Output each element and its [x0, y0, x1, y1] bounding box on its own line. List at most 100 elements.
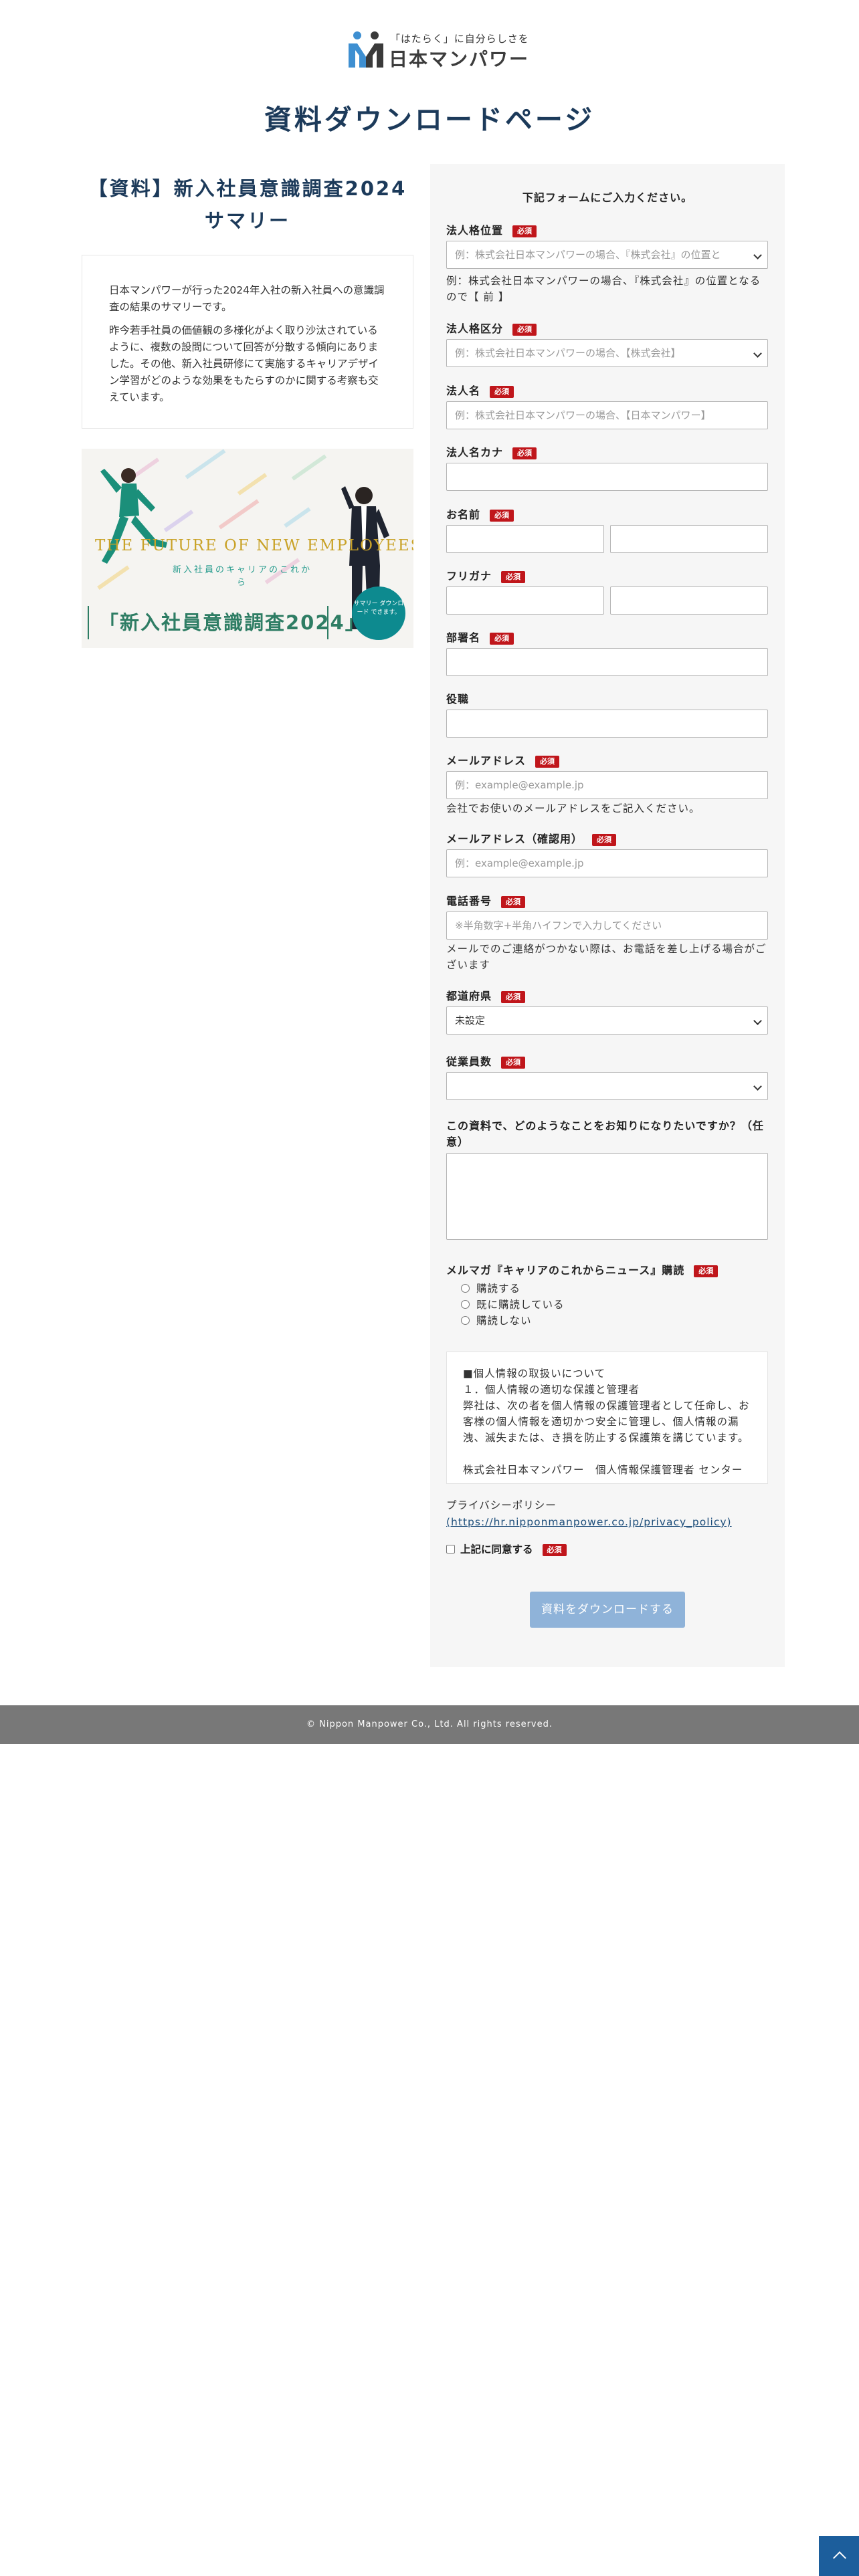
field-department: 部署名 必須: [446, 628, 768, 676]
logo-name: 日本マンパワー: [389, 48, 530, 70]
privacy-item: １．個人情報の適切な保護と管理者: [463, 1384, 640, 1396]
required-badge: 必須: [694, 1265, 719, 1277]
first-name-input[interactable]: [610, 525, 768, 553]
field-label: 部署名: [446, 631, 481, 644]
prefecture-select[interactable]: 未設定: [446, 1006, 768, 1035]
field-phone: 電話番号 必須 ※半角数字+半角ハイフンで入力してください メールでのご連絡がつか…: [446, 891, 768, 973]
required-badge: 必須: [501, 990, 526, 1003]
field-label: 法人格区分: [446, 322, 504, 335]
required-badge: 必須: [592, 833, 617, 846]
required-badge: 必須: [501, 1056, 526, 1069]
privacy-notice-scrollbox[interactable]: ■個人情報の取扱いについて １．個人情報の適切な保護と管理者 弊社は、次の者を個…: [446, 1352, 768, 1484]
site-footer: © Nippon Manpower Co., Ltd. All rights r…: [0, 1705, 859, 1744]
field-legal-type: 法人格区分 必須 例：株式会社日本マンパワーの場合、【株式会社】: [446, 319, 768, 367]
cover-subtitle: 新入社員のキャリアのこれから: [172, 565, 312, 588]
option-label: 購読しない: [476, 1315, 532, 1327]
document-summary: 日本マンパワーが行った2024年入社の新入社員への意識調査の結果のサマリーです。…: [82, 255, 413, 429]
field-company-name: 法人名 必須 例：株式会社日本マンパワーの場合、【日本マンパワー】: [446, 381, 768, 429]
phone-input[interactable]: ※半角数字+半角ハイフンで入力してください: [446, 911, 768, 940]
last-name-input[interactable]: [446, 525, 604, 553]
field-employees: 従業員数 必須: [446, 1052, 768, 1100]
email-note: 会社でお使いのメールアドレスをご記入ください。: [446, 802, 700, 815]
legal-position-select[interactable]: 例：株式会社日本マンパワーの場合、『株式会社』の位置と: [446, 241, 768, 269]
cover-japanese-title: 「新入社員意識調査2024」: [99, 611, 366, 634]
required-badge: 必須: [512, 225, 537, 237]
summary-paragraph: 日本マンパワーが行った2024年入社の新入社員への意識調査の結果のサマリーです。: [109, 284, 385, 313]
option-label: 購読する: [476, 1283, 521, 1295]
cover-download-badge: サマリー ダウンロード できます。: [352, 586, 405, 640]
field-prefecture: 都道府県 必須 未設定: [446, 986, 768, 1035]
field-label: 役職: [446, 693, 470, 706]
radio-button[interactable]: [461, 1316, 470, 1325]
interest-textarea[interactable]: [446, 1153, 768, 1240]
copyright-text: © Nippon Manpower Co., Ltd. All rights r…: [306, 1719, 553, 1729]
document-title-line1: 【資料】新入社員意識調査2024: [88, 177, 407, 200]
field-email: メールアドレス 必須 例：example@example.jp 会社でお使いのメー…: [446, 751, 768, 817]
field-furigana: フリガナ 必須: [446, 566, 768, 615]
field-label: フリガナ: [446, 570, 492, 582]
summary-paragraph: 昨今若手社員の価値観の多様化がよく取り沙汰されているように、複数の設問について回…: [109, 324, 379, 403]
radio-button[interactable]: [461, 1284, 470, 1293]
cover-english-title: THE FUTURE OF NEW EMPLOYEES' CAREERS: [95, 537, 413, 554]
last-name-kana-input[interactable]: [446, 586, 604, 615]
field-label: メールアドレス（確認用）: [446, 833, 583, 845]
page-title: 資料ダウンロードページ: [264, 104, 595, 136]
field-label: 従業員数: [446, 1055, 492, 1068]
position-input[interactable]: [446, 710, 768, 738]
document-cover-image: THE FUTURE OF NEW EMPLOYEES' CAREERS 新入社…: [82, 449, 413, 648]
field-label: 電話番号: [446, 895, 492, 907]
field-label: 法人名カナ: [446, 446, 504, 459]
agree-label: 上記に同意する: [460, 1543, 533, 1555]
required-badge: 必須: [490, 632, 514, 645]
required-badge: 必須: [501, 570, 526, 583]
option-label: 既に購読している: [476, 1299, 565, 1311]
phone-note: メールでのご連絡がつかない際は、お電話を差し上げる場合がございます: [446, 943, 767, 971]
field-label: この資料で、どのようなことをお知りになりたいですか？（任意）: [446, 1119, 764, 1148]
required-badge: 必須: [512, 323, 537, 336]
required-badge: 必須: [512, 447, 537, 459]
first-name-kana-input[interactable]: [610, 586, 768, 615]
field-position: 役職: [446, 689, 768, 738]
field-interest: この資料で、どのようなことをお知りになりたいですか？（任意）: [446, 1118, 768, 1240]
company-kana-input[interactable]: [446, 463, 768, 491]
newsletter-option-none[interactable]: 購読しない: [446, 1313, 768, 1329]
required-badge: 必須: [542, 1543, 567, 1556]
privacy-policy-label: プライバシーポリシー: [446, 1499, 557, 1511]
company-name-input[interactable]: 例：株式会社日本マンパワーの場合、【日本マンパワー】: [446, 401, 768, 429]
agree-checkbox-row[interactable]: 上記に同意する 必須: [446, 1541, 567, 1558]
privacy-policy-link[interactable]: (https://hr.nipponmanpower.co.jp/privacy…: [446, 1514, 768, 1531]
employees-select[interactable]: [446, 1072, 768, 1100]
document-title: 【資料】新入社員意識調査2024 サマリー: [82, 173, 413, 237]
radio-button[interactable]: [461, 1300, 470, 1309]
required-badge: 必須: [490, 385, 514, 398]
company-logo[interactable]: 「はたらく」に自分らしさを 日本マンパワー: [346, 30, 529, 70]
privacy-body: 弊社は、次の者を個人情報の保護管理者として任命し、お客様の個人情報を適切かつ安全…: [463, 1400, 750, 1444]
logo-mark-icon: [349, 31, 383, 68]
field-newsletter: メルマガ『キャリアのこれからニュース』購読 必須 購読する 既に購読している 購読…: [446, 1261, 768, 1329]
field-label: メルマガ『キャリアのこれからニュース』購読: [446, 1264, 685, 1277]
field-label: お名前: [446, 508, 481, 521]
field-legal-position: 法人格位置 必須 例：株式会社日本マンパワーの場合、『株式会社』の位置と 例：株式…: [446, 221, 768, 305]
field-label: メールアドレス: [446, 754, 527, 767]
download-form: 下記フォームにご入力ください。 法人格位置 必須 例：株式会社日本マンパワーの場合…: [430, 164, 785, 1667]
field-company-kana: 法人名カナ 必須: [446, 443, 768, 491]
email-confirm-input[interactable]: 例：example@example.jp: [446, 849, 768, 877]
form-intro: 下記フォームにご入力ください。: [522, 191, 693, 204]
newsletter-option-subscribe[interactable]: 購読する: [446, 1281, 768, 1297]
document-title-line2: サマリー: [204, 209, 290, 232]
newsletter-option-already[interactable]: 既に購読している: [446, 1297, 768, 1313]
download-submit-button[interactable]: 資料をダウンロードする: [530, 1592, 685, 1628]
department-input[interactable]: [446, 648, 768, 676]
site-header: 「はたらく」に自分らしさを 日本マンパワー: [0, 0, 859, 74]
legal-type-select[interactable]: 例：株式会社日本マンパワーの場合、【株式会社】: [446, 339, 768, 367]
email-input[interactable]: 例：example@example.jp: [446, 771, 768, 799]
required-badge: 必須: [535, 755, 560, 768]
privacy-policy: プライバシーポリシー (https://hr.nipponmanpower.co…: [446, 1497, 768, 1531]
back-to-top-button[interactable]: [819, 2536, 859, 2576]
required-badge: 必須: [501, 895, 526, 908]
field-name: お名前 必須: [446, 505, 768, 553]
agree-checkbox[interactable]: [446, 1545, 455, 1553]
privacy-cut-line: 株式会社日本マンパワー 個人情報保護管理者 センター: [463, 1464, 743, 1476]
legal-position-note: 例：株式会社日本マンパワーの場合、『株式会社』の位置となるので【 前 】: [446, 275, 761, 303]
document-info: 【資料】新入社員意識調査2024 サマリー 日本マンパワーが行った2024年入社…: [82, 173, 413, 648]
